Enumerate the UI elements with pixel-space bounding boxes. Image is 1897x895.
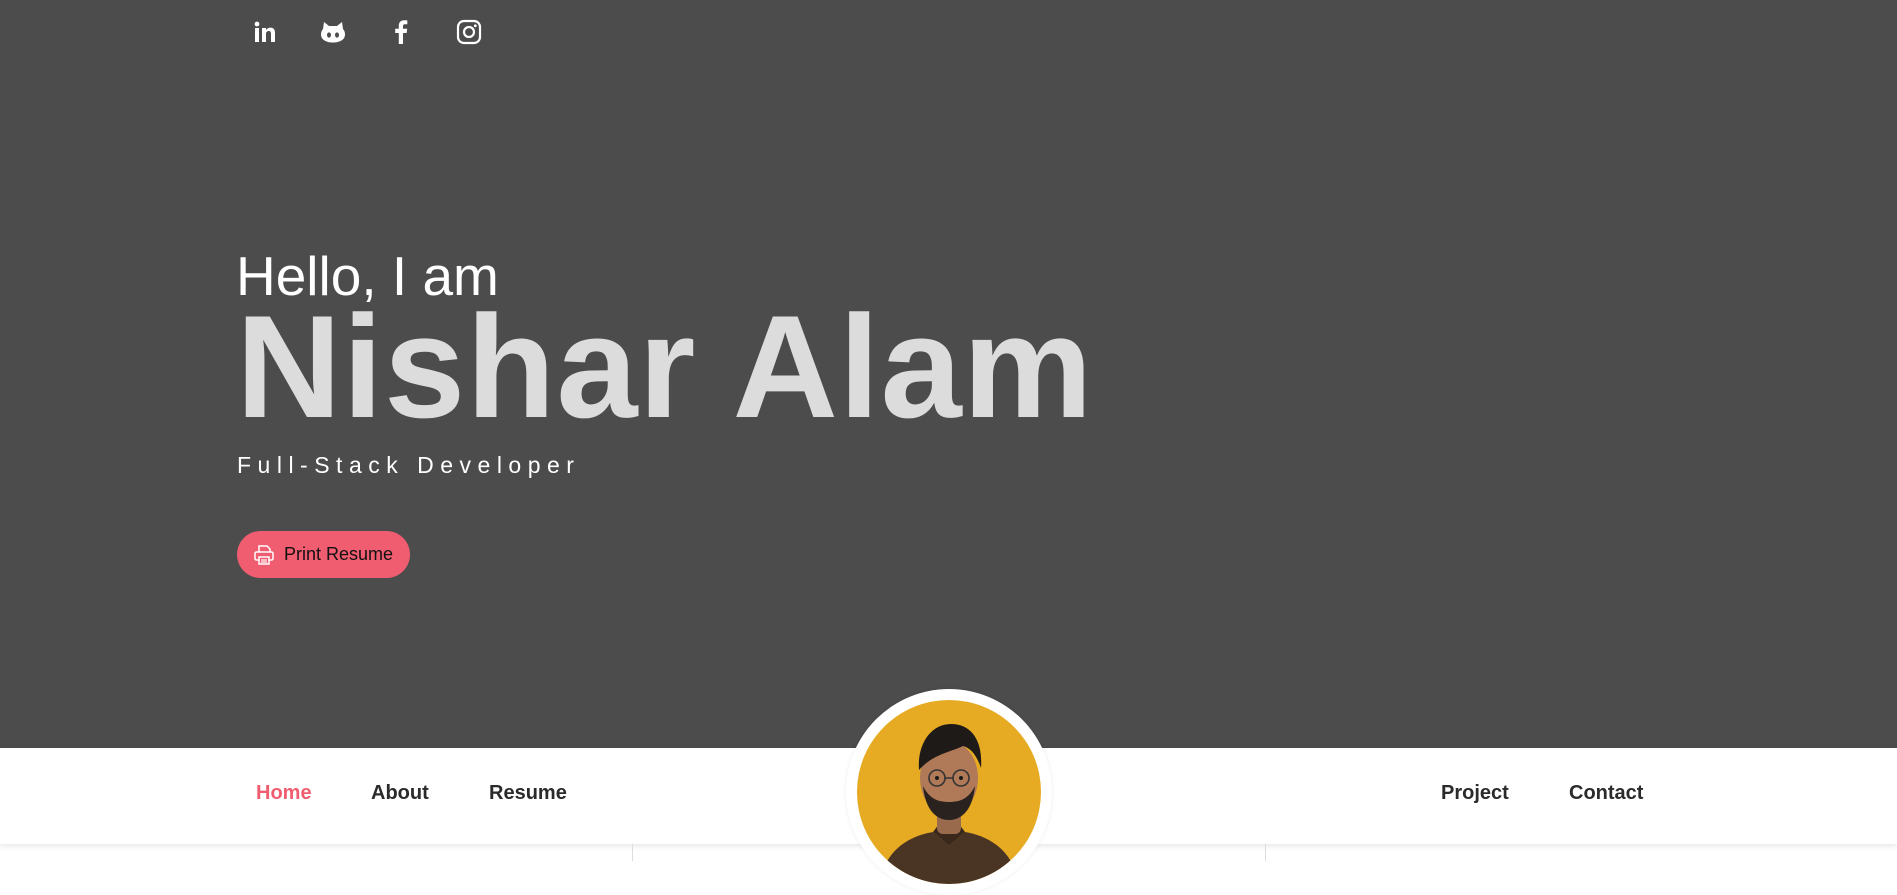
person-portrait-icon: [879, 724, 1019, 884]
nav-item-about[interactable]: About: [371, 782, 429, 805]
instagram-link[interactable]: [456, 18, 482, 46]
instagram-icon: [456, 19, 482, 45]
linkedin-link[interactable]: [252, 18, 278, 46]
facebook-link[interactable]: [388, 18, 414, 46]
nav-item-project[interactable]: Project: [1441, 782, 1509, 805]
github-link[interactable]: [320, 18, 346, 46]
hero-name: Nishar Alam: [236, 285, 1094, 448]
print-resume-button[interactable]: Print Resume: [237, 531, 411, 578]
print-resume-label: Print Resume: [284, 544, 394, 564]
hero-role: Full-Stack Developer: [237, 452, 581, 478]
avatar-photo: [857, 700, 1041, 884]
github-icon: [321, 22, 345, 43]
nav-item-home[interactable]: Home: [256, 782, 312, 805]
nav-item-resume[interactable]: Resume: [489, 782, 567, 805]
hero-section: Hello, I am Nishar Alam Full-Stack Devel…: [0, 0, 1897, 748]
nav-item-contact[interactable]: Contact: [1569, 782, 1643, 805]
profile-avatar[interactable]: [846, 689, 1052, 895]
printer-icon: [254, 544, 274, 565]
linkedin-icon: [254, 21, 275, 42]
social-links: [252, 18, 482, 46]
section-divider: [632, 844, 633, 861]
facebook-icon: [395, 20, 408, 44]
section-divider: [1265, 844, 1266, 861]
